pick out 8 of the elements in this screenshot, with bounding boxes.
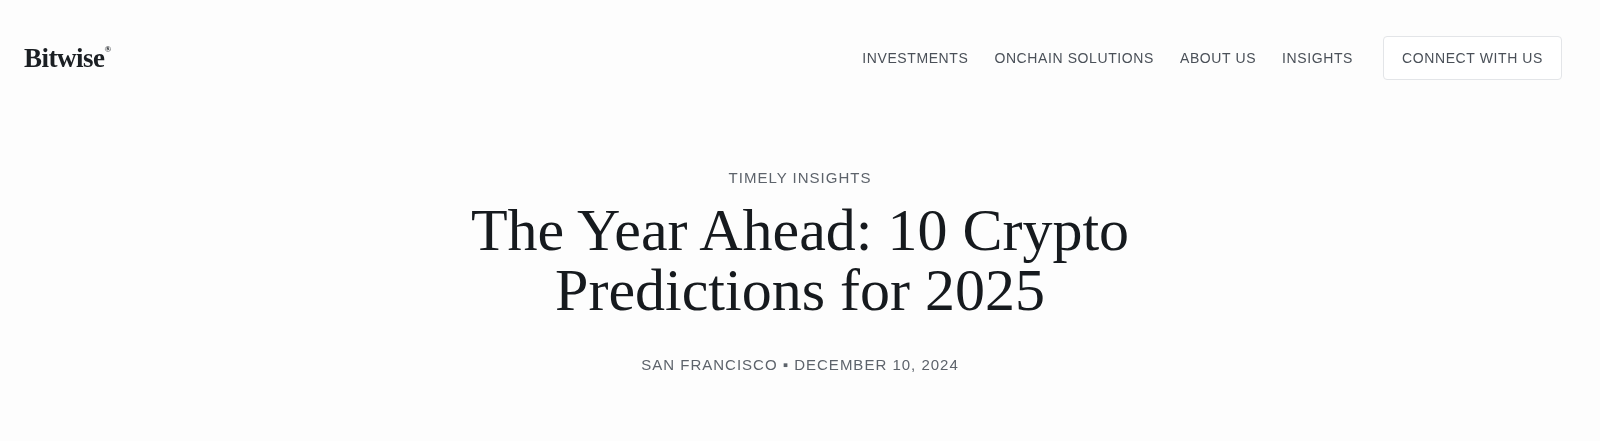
connect-button[interactable]: CONNECT WITH US (1383, 36, 1562, 80)
byline: SAN FRANCISCO ▪ DECEMBER 10, 2024 (641, 354, 959, 375)
nav-link[interactable]: ONCHAIN SOLUTIONS (994, 47, 1154, 69)
nav-link[interactable]: INVESTMENTS (862, 47, 969, 69)
nav-link[interactable]: INSIGHTS (1282, 47, 1354, 69)
logo[interactable]: Bitwise$^{®}$ (24, 37, 111, 79)
nav-link[interactable]: ABOUT US (1180, 47, 1257, 69)
category-label: TIMELY INSIGHTS (728, 168, 872, 188)
